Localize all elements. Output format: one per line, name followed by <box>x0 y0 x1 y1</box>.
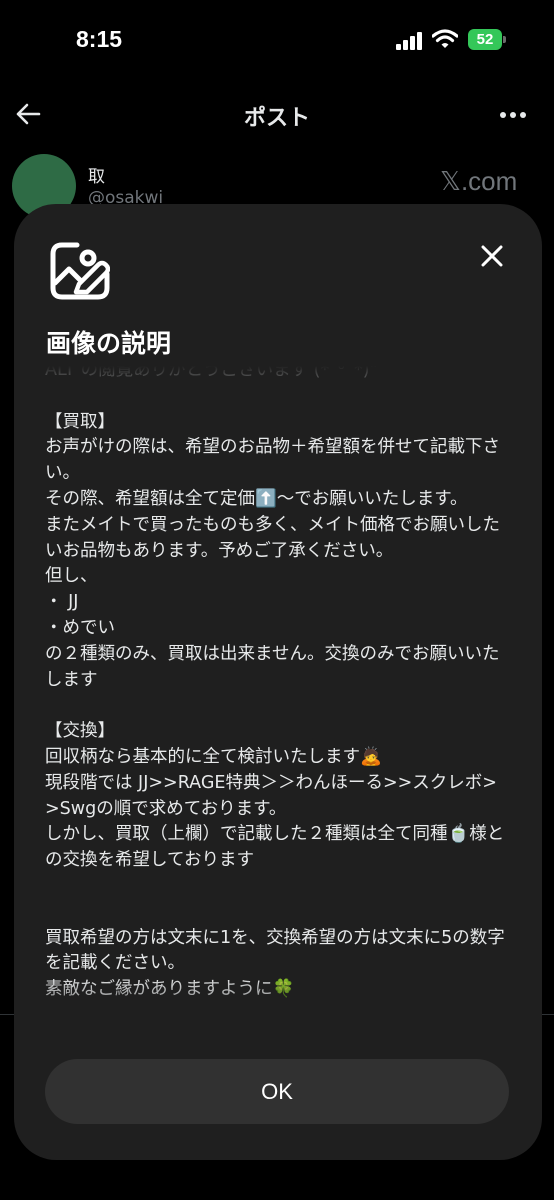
x-logo: 𝕏.com <box>440 166 518 196</box>
wifi-icon <box>432 29 458 48</box>
author-name[interactable]: 取 <box>88 162 105 187</box>
status-bar: 8:15 52 <box>0 0 554 84</box>
image-description-text: ALT の閲覧ありがとうございます (*ˊᵕˋ*)" 【買取】 お声がけの際は、… <box>45 366 505 999</box>
status-time: 8:15 <box>76 26 123 52</box>
image-description-icon <box>50 242 110 300</box>
image-description-modal: 画像の説明 ALT の閲覧ありがとうございます (*ˊᵕˋ*)" 【買取】 お声… <box>14 204 542 1160</box>
more-icon[interactable] <box>500 112 528 118</box>
ok-button[interactable]: OK <box>45 1059 509 1124</box>
description-scroll-area[interactable]: ALT の閲覧ありがとうございます (*ˊᵕˋ*)" 【買取】 お声がけの際は、… <box>14 366 542 1046</box>
close-icon[interactable] <box>470 234 514 278</box>
battery-icon: 52 <box>468 29 506 50</box>
page-title: ポスト <box>243 106 310 131</box>
post-header: ポスト <box>0 84 554 144</box>
signal-icon <box>396 32 426 50</box>
battery-level: 52 <box>468 29 502 50</box>
modal-title: 画像の説明 <box>46 329 172 358</box>
screen: 8:15 52 ポスト 取 @osakwi 𝕏.com 画像の説明 【買取】 お… <box>0 0 554 1200</box>
